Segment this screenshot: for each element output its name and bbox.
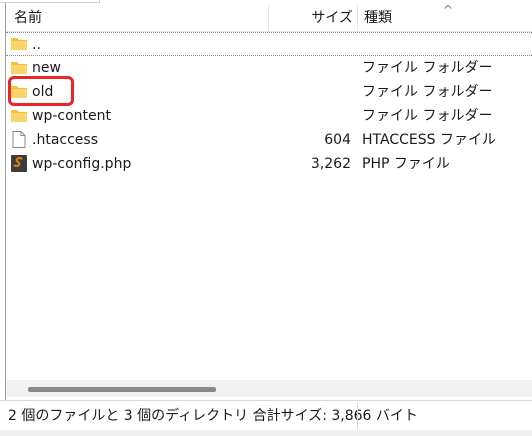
column-header: 名前 サイズ 種類 ^ (6, 3, 532, 32)
remote-file-pane: 名前 サイズ 種類 ^ .. new ファイル フォルダー old ファイル フ… (0, 0, 532, 436)
file-row-parent[interactable]: .. (6, 32, 532, 56)
toolbar-edge (0, 0, 100, 3)
file-name: .. (32, 37, 41, 53)
window-bottom-edge (0, 430, 532, 436)
php-file-icon (11, 155, 27, 172)
scrollbar-thumb[interactable] (28, 387, 216, 392)
file-row-wp-content[interactable]: wp-content ファイル フォルダー (6, 104, 532, 128)
file-name: .htaccess (32, 132, 98, 148)
file-type: ファイル フォルダー (362, 60, 493, 76)
file-type: HTACCESS ファイル (362, 132, 496, 148)
file-type: ファイル フォルダー (362, 84, 493, 100)
folder-icon (11, 110, 27, 122)
file-type: ファイル フォルダー (362, 108, 493, 124)
document-icon (12, 131, 26, 148)
folder-icon (11, 62, 27, 74)
file-row-new[interactable]: new ファイル フォルダー (6, 56, 532, 80)
column-header-name[interactable]: 名前 (14, 5, 42, 31)
file-name: wp-content (32, 108, 111, 124)
horizontal-scrollbar[interactable] (6, 380, 532, 397)
file-type: PHP ファイル (362, 156, 450, 172)
column-divider[interactable] (357, 5, 358, 31)
column-header-size[interactable]: サイズ (268, 5, 353, 31)
file-list: .. new ファイル フォルダー old ファイル フォルダー wp-cont… (6, 32, 532, 176)
column-header-type[interactable]: 種類 (364, 5, 392, 31)
folder-icon (11, 38, 27, 50)
sort-ascending-icon: ^ (443, 3, 454, 17)
status-divider (357, 403, 358, 429)
highlight-annotation (8, 76, 74, 106)
file-row-old[interactable]: old ファイル フォルダー (6, 80, 532, 104)
file-row-htaccess[interactable]: .htaccess 604 HTACCESS ファイル (6, 128, 532, 152)
status-bar: 2 個のファイルと 3 個のディレクトリ 合計サイズ: 3,866 バイト (0, 400, 532, 431)
file-size: 604 (324, 132, 351, 148)
file-name: wp-config.php (32, 156, 132, 172)
file-row-wp-config[interactable]: wp-config.php 3,262 PHP ファイル (6, 152, 532, 176)
file-size: 3,262 (310, 156, 351, 172)
